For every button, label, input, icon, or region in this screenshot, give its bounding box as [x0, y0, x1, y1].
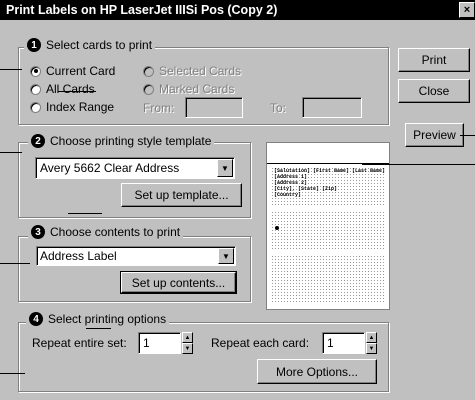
callout-line: [68, 213, 102, 214]
callout-line: [0, 373, 25, 374]
radio-label: Index Range: [46, 100, 115, 114]
chevron-down-icon[interactable]: ▼: [217, 159, 233, 177]
template-label: Choose printing style template: [50, 134, 212, 148]
select-cards-legend: 1 Select cards to print: [24, 38, 156, 52]
repeat-card-spinner[interactable]: ▲ ▼: [366, 332, 377, 354]
select-cards-label: Select cards to print: [46, 38, 153, 52]
repeat-set-input[interactable]: 1: [138, 332, 181, 354]
printing-options-label: Select printing options: [48, 312, 167, 326]
setup-contents-label: Set up contents...: [131, 275, 226, 290]
spin-up-icon[interactable]: ▲: [182, 332, 193, 343]
from-input[interactable]: [185, 97, 243, 118]
callout-line: [0, 69, 22, 70]
callout-line: [86, 328, 111, 329]
radio-all-cards[interactable]: All Cards: [30, 82, 95, 96]
callout-line: [58, 91, 96, 92]
callout-line: [0, 152, 22, 153]
spin-down-icon[interactable]: ▼: [182, 343, 193, 354]
spin-up-icon[interactable]: ▲: [366, 332, 377, 343]
contents-value: Address Label: [40, 249, 117, 263]
radio-label: Marked Cards: [159, 82, 235, 96]
radio-button[interactable]: [143, 65, 154, 77]
template-value: Avery 5662 Clear Address: [40, 161, 180, 175]
close-label: Close: [418, 84, 450, 98]
cursor-dot-icon: [275, 226, 279, 230]
callout-line: [0, 263, 30, 264]
radio-current-card[interactable]: Current Card: [30, 64, 115, 78]
radio-button[interactable]: [30, 83, 41, 95]
radio-index-range[interactable]: Index Range: [30, 100, 114, 114]
repeat-card-label: Repeat each card:: [211, 336, 310, 350]
print-labels-dialog: Print Labels on HP LaserJet IIISi Pos (C…: [0, 0, 475, 400]
preview-label-3: [271, 255, 385, 303]
callout-line: [460, 135, 475, 136]
printing-options-legend: 4 Select printing options: [26, 312, 170, 326]
radio-label: Selected Cards: [159, 64, 242, 78]
chevron-down-icon[interactable]: ▼: [218, 248, 234, 264]
repeat-set-spinner[interactable]: ▲ ▼: [182, 332, 193, 354]
repeat-set-label: Repeat entire set:: [32, 336, 127, 350]
from-label: From:: [143, 101, 175, 115]
to-input[interactable]: [302, 97, 362, 118]
contents-dropdown[interactable]: Address Label ▼: [36, 246, 236, 266]
preview-label: Preview: [413, 128, 456, 142]
preview-label-2: [271, 211, 385, 251]
to-label: To:: [270, 101, 287, 115]
radio-button[interactable]: [30, 65, 41, 77]
repeat-set-value: 1: [143, 336, 150, 350]
close-icon[interactable]: ×: [459, 2, 475, 18]
setup-template-label: Set up template...: [134, 188, 229, 202]
step-4-badge: 4: [29, 312, 43, 326]
preview-label-1: [Salutation] [First Name] [Last Name] [A…: [271, 167, 385, 207]
radio-button[interactable]: [143, 83, 154, 95]
close-button[interactable]: Close: [398, 79, 470, 103]
title-bar[interactable]: Print Labels on HP LaserJet IIISi Pos (C…: [0, 0, 475, 20]
step-3-badge: 3: [31, 225, 45, 239]
contents-legend: 3 Choose contents to print: [28, 225, 184, 239]
setup-template-button[interactable]: Set up template...: [121, 183, 242, 207]
spin-down-icon[interactable]: ▼: [366, 343, 377, 354]
repeat-card-value: 1: [327, 336, 334, 350]
window-title: Print Labels on HP LaserJet IIISi Pos (C…: [6, 3, 278, 17]
radio-label: All Cards: [46, 82, 95, 96]
contents-label: Choose contents to print: [50, 225, 181, 239]
setup-contents-button[interactable]: Set up contents...: [120, 271, 237, 294]
more-options-button[interactable]: More Options...: [257, 359, 377, 384]
template-dropdown[interactable]: Avery 5662 Clear Address ▼: [35, 157, 235, 179]
preview-button[interactable]: Preview: [405, 123, 464, 147]
template-legend: 2 Choose printing style template: [28, 134, 215, 148]
radio-marked-cards[interactable]: Marked Cards: [143, 82, 234, 96]
print-button[interactable]: Print: [398, 48, 470, 72]
more-options-label: More Options...: [275, 364, 359, 379]
radio-label: Current Card: [46, 64, 116, 78]
label-preview: [Salutation] [First Name] [Last Name] [A…: [266, 142, 390, 310]
radio-selected-cards[interactable]: Selected Cards: [143, 64, 241, 78]
print-label: Print: [421, 53, 447, 67]
preview-line-5: [Country]: [274, 192, 302, 198]
callout-line: [362, 164, 475, 165]
step-1-badge: 1: [27, 38, 41, 52]
radio-button[interactable]: [30, 101, 41, 113]
step-2-badge: 2: [31, 134, 45, 148]
repeat-card-input[interactable]: 1: [322, 332, 365, 354]
